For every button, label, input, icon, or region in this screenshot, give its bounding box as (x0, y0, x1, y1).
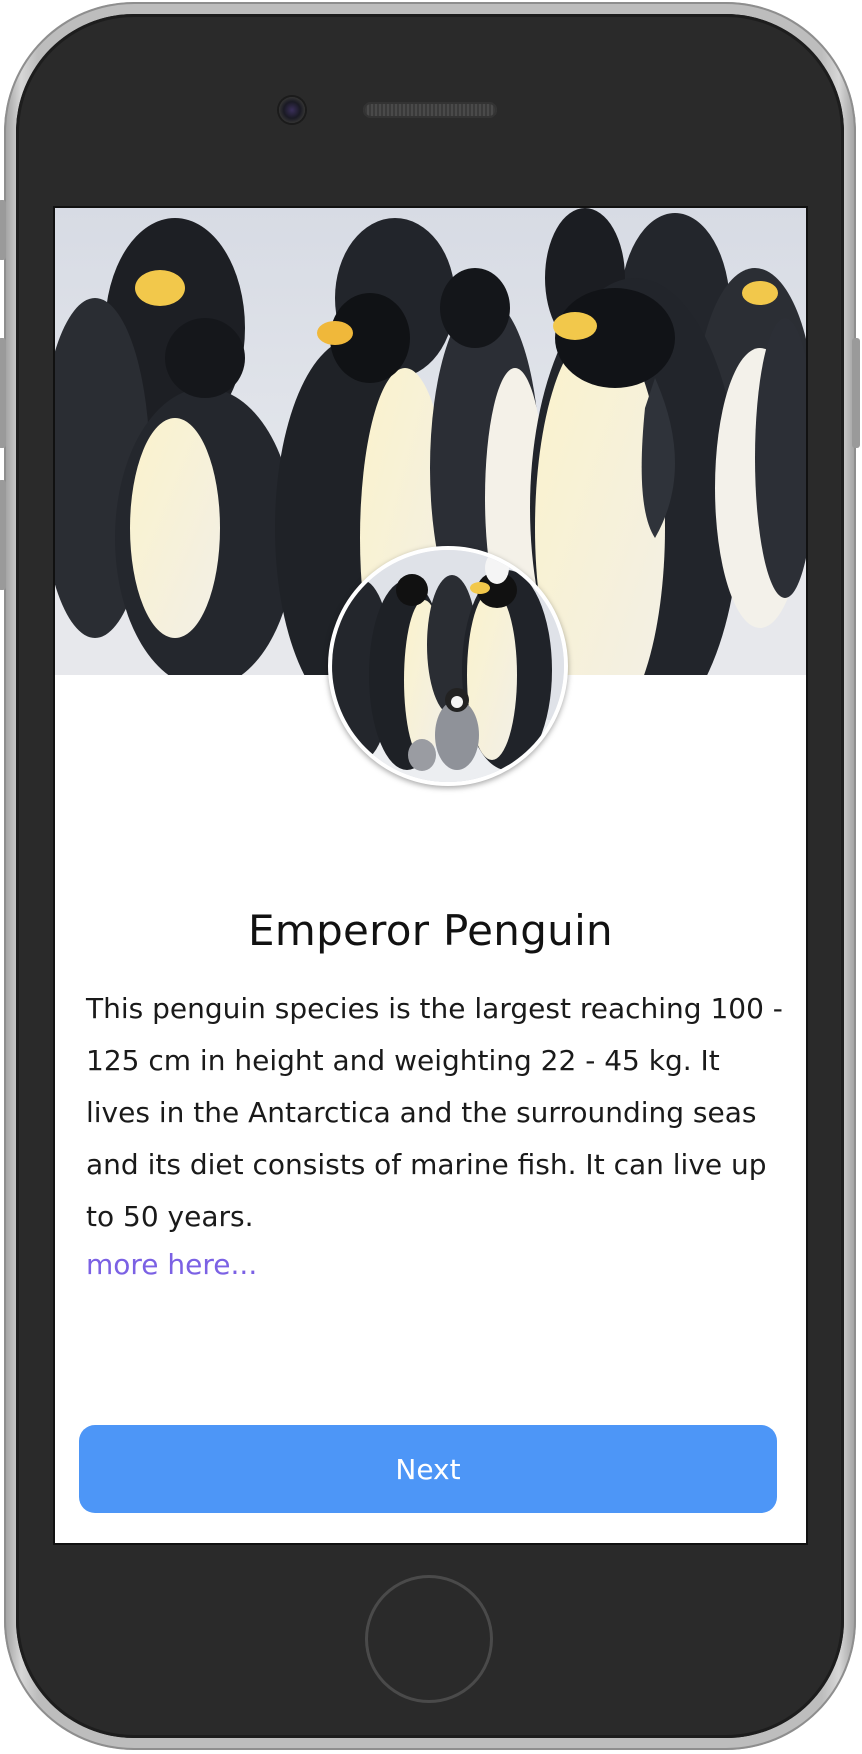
volume-up-button (0, 338, 6, 448)
front-camera (279, 97, 305, 123)
penguin-family-illustration (332, 550, 564, 782)
page-title: Emperor Penguin (248, 906, 613, 956)
species-description: This penguin species is the largest reac… (86, 992, 783, 1233)
home-button[interactable] (365, 1575, 493, 1703)
power-button (852, 338, 860, 448)
app-screen: Emperor Penguin This penguin species is … (53, 206, 808, 1545)
more-info-link[interactable]: more here... (86, 1248, 257, 1281)
earpiece-speaker (363, 102, 497, 118)
next-button[interactable]: Next (79, 1425, 777, 1513)
volume-down-button (0, 480, 6, 590)
profile-avatar (328, 546, 568, 786)
mute-switch (0, 200, 6, 260)
